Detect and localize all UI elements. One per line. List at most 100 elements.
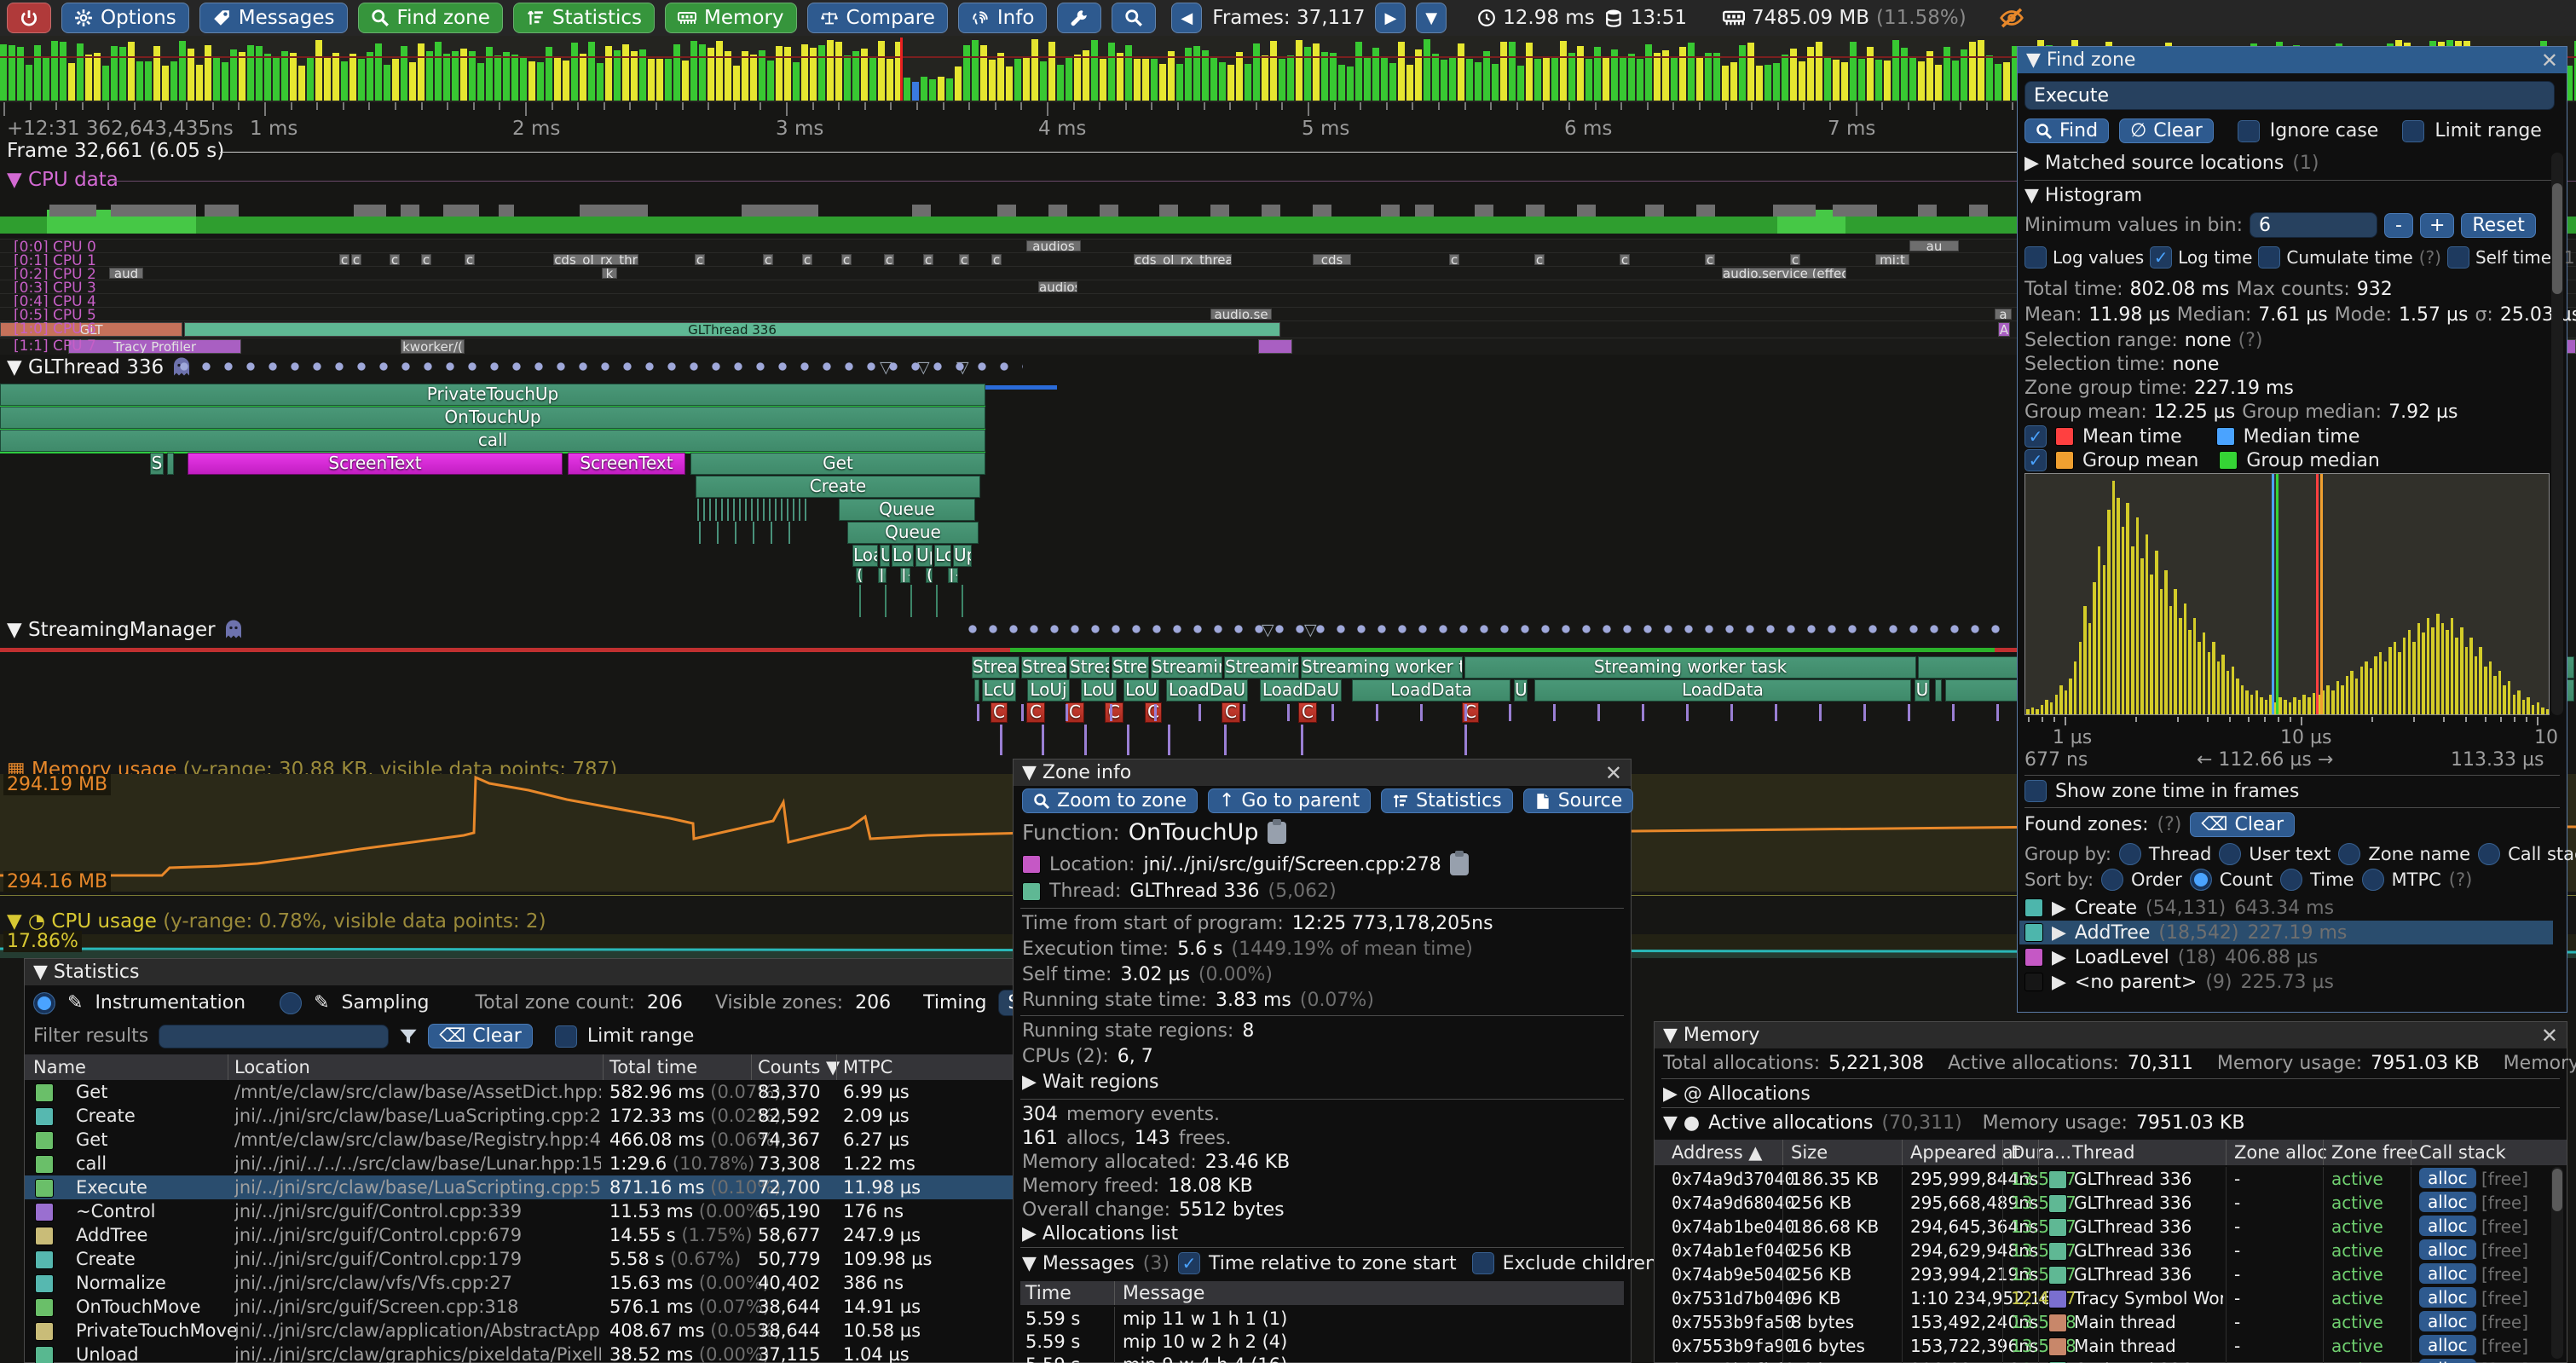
- find-zone-title-bar[interactable]: ▼ Find zone✕: [2018, 47, 2567, 73]
- alloc-callstack-button[interactable]: alloc: [2419, 1263, 2476, 1284]
- clear-filter-button[interactable]: ⌫Clear: [428, 1024, 533, 1048]
- cpu-zone[interactable]: kworker/(: [401, 339, 465, 354]
- cpu-zone[interactable]: c: [1790, 254, 1800, 265]
- streamingmanager-header[interactable]: ▼ StreamingManager: [7, 619, 243, 641]
- alloc-callstack-button[interactable]: alloc: [2419, 1168, 2476, 1188]
- go-to-parent-button[interactable]: ↑Go to parent: [1208, 788, 1371, 813]
- zone-loaddata[interactable]: LoadData: [1352, 679, 1510, 702]
- cpu-zone[interactable]: audio.se: [1210, 309, 1272, 320]
- zone-c[interactable]: C: [1298, 702, 1317, 723]
- find-button[interactable]: Find: [2024, 118, 2109, 143]
- found-zone-row-addtree[interactable]: ▶AddTree(18,542)227.19 ms: [2019, 921, 2553, 944]
- toolbar-button-messages[interactable]: Messages: [199, 3, 348, 33]
- alloc-callstack-button[interactable]: alloc: [2419, 1192, 2476, 1212]
- find-zone-scrollbar[interactable]: [2551, 153, 2563, 715]
- find-zone-histogram[interactable]: [2024, 473, 2550, 715]
- cpu-zone[interactable]: [1258, 339, 1292, 354]
- group-by-radio-call-stacks[interactable]: [2478, 843, 2500, 865]
- zone-privatetouchup[interactable]: PrivateTouchUp: [0, 384, 985, 406]
- zone-streaming[interactable]: Streaming: [1224, 656, 1299, 679]
- alloc-callstack-button[interactable]: alloc: [2419, 1216, 2476, 1236]
- zone-unnamed[interactable]: [167, 453, 174, 475]
- cpu-zone[interactable]: c: [1705, 254, 1715, 265]
- matched-row[interactable]: ▶ Matched source locations(1): [2024, 153, 2319, 174]
- zone-loaddau[interactable]: LoadDaU: [1260, 679, 1342, 702]
- found-zone-row-create[interactable]: ▶Create(54,131)643.34 ms: [2019, 896, 2553, 920]
- zone-c[interactable]: C: [1222, 702, 1240, 723]
- zone-louj[interactable]: LoUj: [1027, 679, 1070, 702]
- prev-frame-button[interactable]: ◀: [1171, 3, 1202, 33]
- next-frame-button[interactable]: ▶: [1375, 3, 1406, 33]
- messages-table-header[interactable]: TimeMessage: [1020, 1281, 1624, 1305]
- cpu-zone[interactable]: cds_ol_rx_thr: [553, 254, 638, 265]
- alloc-callstack-button[interactable]: alloc: [2419, 1335, 2476, 1355]
- statistics-button[interactable]: Statistics: [1381, 788, 1513, 813]
- memory-col-thread[interactable]: Thread: [2072, 1142, 2134, 1163]
- zone-loaddata[interactable]: LoadData: [1534, 679, 1911, 702]
- self-time-checkbox[interactable]: [2447, 246, 2469, 269]
- cpu-zone[interactable]: audios: [1038, 281, 1077, 292]
- column-header-location[interactable]: Location: [234, 1057, 310, 1077]
- zone-ontouchup[interactable]: OnTouchUp: [0, 407, 985, 429]
- limit-range-checkbox[interactable]: [2402, 120, 2424, 142]
- limit-range-checkbox[interactable]: [555, 1025, 577, 1048]
- cpu-zone[interactable]: c: [763, 254, 773, 265]
- zone--[interactable]: |~: [948, 568, 958, 583]
- zone-lou[interactable]: LoU: [1123, 679, 1159, 702]
- allocations-toggle[interactable]: ▶ @ Allocations: [1663, 1083, 1811, 1105]
- log-time-checkbox[interactable]: ✓: [2150, 246, 2172, 269]
- clear-button[interactable]: ∅Clear: [2119, 118, 2214, 143]
- memory-col-size[interactable]: Size: [1791, 1142, 1828, 1163]
- group-by-radio-thread[interactable]: [2119, 843, 2141, 865]
- zone-call[interactable]: call: [0, 430, 985, 452]
- cpu-zone[interactable]: cds_ol_rx_threa: [1134, 254, 1232, 265]
- increase-bin-button[interactable]: +: [2420, 213, 2454, 238]
- alloc-callstack-button[interactable]: alloc: [2419, 1239, 2476, 1260]
- message-row[interactable]: 5.59 smip 9 w 4 h 4 (16): [1020, 1353, 1624, 1363]
- zone-loa[interactable]: Loa: [852, 545, 878, 567]
- zone-lo[interactable]: Lo: [934, 545, 951, 567]
- found-clear-button[interactable]: ⌫Clear: [2190, 812, 2295, 837]
- log-values-checkbox[interactable]: [2024, 246, 2047, 269]
- toolbar-button-zoom-tool[interactable]: [1112, 3, 1156, 33]
- sort-by-radio-mtpc[interactable]: [2362, 869, 2384, 891]
- memory-row[interactable]: 0x74a9d68040256 KB295,668,489ns13:50.7GL…: [1655, 1191, 2567, 1215]
- sort-by-radio-order[interactable]: [2101, 869, 2123, 891]
- reset-button[interactable]: Reset: [2461, 213, 2535, 238]
- zone-c[interactable]: C: [1145, 702, 1162, 723]
- zone--[interactable]: |(: [878, 568, 887, 583]
- cpu-zone[interactable]: au: [1909, 240, 1959, 251]
- zoom-to-zone-button[interactable]: Zoom to zone: [1022, 788, 1198, 813]
- cpu-zone[interactable]: c: [959, 254, 969, 265]
- zone-queue[interactable]: Queue: [847, 522, 979, 544]
- ignore-case-checkbox[interactable]: [2238, 120, 2260, 142]
- zone-streaming-worker-tas[interactable]: Streaming worker tas: [1301, 656, 1463, 679]
- sort-by-radio-time[interactable]: [2280, 869, 2302, 891]
- zone-c[interactable]: C: [1066, 702, 1084, 723]
- zone-screentext[interactable]: ScreenText: [188, 453, 563, 475]
- cpu-zone[interactable]: A: [1998, 322, 2010, 337]
- zone-strean[interactable]: Strean: [972, 656, 1019, 679]
- zone-u[interactable]: U: [880, 545, 890, 567]
- zone-s[interactable]: S: [150, 453, 164, 475]
- zone-u[interactable]: U: [1514, 679, 1528, 702]
- zone-unnamed[interactable]: [1935, 679, 1942, 702]
- memory-row[interactable]: 0x74ab1ef040256 KB294,629,948ns13:50.7GL…: [1655, 1239, 2567, 1262]
- zone-lcu[interactable]: LcU: [982, 679, 1016, 702]
- zone-streaming-worker-task[interactable]: Streaming worker task: [1464, 656, 1916, 679]
- cpu-zone[interactable]: c: [695, 254, 705, 265]
- column-header-mtpc[interactable]: MTPC: [843, 1057, 892, 1077]
- funnel-icon[interactable]: [399, 1027, 418, 1046]
- zone-c[interactable]: C: [1105, 702, 1123, 723]
- memory-col-address[interactable]: Address ▲: [1672, 1142, 1762, 1163]
- zone--[interactable]: |~: [900, 568, 910, 583]
- cpu-zone[interactable]: c: [923, 254, 933, 265]
- zone-lou[interactable]: LoU: [1081, 679, 1117, 702]
- exclude-children-checkbox[interactable]: [1472, 1252, 1494, 1274]
- zone--[interactable]: (: [856, 568, 863, 583]
- memory-row[interactable]: 0x7553b9fa9016 bytes153,722,396ns13:50.8…: [1655, 1334, 2567, 1358]
- source-button[interactable]: Source: [1523, 788, 1634, 813]
- cpu-zone[interactable]: c: [991, 254, 1002, 265]
- found-zone-row--no-parent-[interactable]: ▶<no parent>(9)225.73 µs: [2019, 970, 2553, 994]
- cpu-zone[interactable]: cds: [1313, 254, 1351, 265]
